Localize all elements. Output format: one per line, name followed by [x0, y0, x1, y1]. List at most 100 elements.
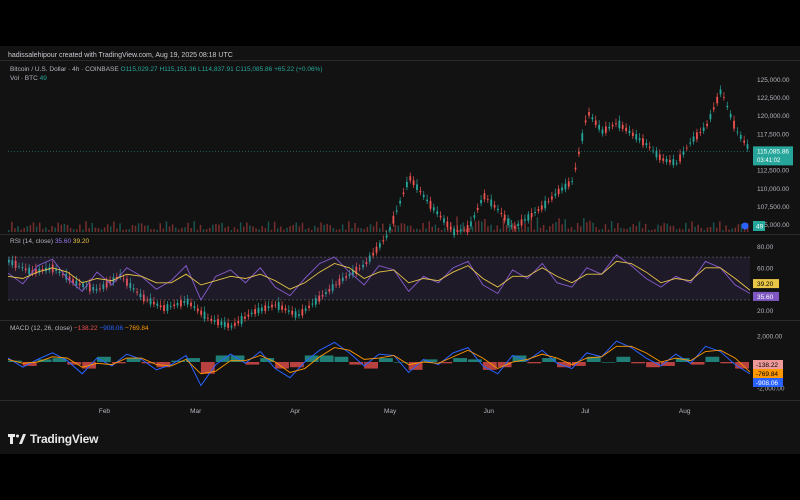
volume-bar [212, 224, 214, 232]
volume-bar [295, 222, 298, 232]
volume-bar [413, 229, 415, 232]
price-axis-tick: 112,500.00 [757, 168, 789, 175]
macd-histogram-bar [527, 362, 542, 364]
volume-bar [561, 224, 563, 232]
candle-body [577, 151, 580, 155]
macd-histogram-bar [690, 362, 705, 365]
candle-body [449, 226, 452, 230]
volume-bar [255, 228, 257, 232]
tradingview-wordmark: TradingView [30, 432, 99, 446]
volume-bar [140, 223, 143, 232]
candle-body [443, 218, 445, 223]
volume-bar [354, 222, 356, 232]
volume-bar [527, 226, 529, 232]
volume-bar [32, 222, 35, 232]
volume-bar [218, 224, 220, 232]
candle-body [645, 143, 648, 146]
volume-bar [644, 223, 647, 232]
volume-bar [583, 218, 585, 232]
candle-body [608, 126, 611, 129]
candle-body [621, 124, 624, 129]
macd-histogram-bar [453, 358, 468, 362]
volume-bar [382, 223, 384, 232]
volume-bar [669, 225, 672, 232]
rsi-axis-tick: 80.00 [757, 244, 774, 251]
candle-body [372, 252, 375, 256]
volume-bar [110, 226, 112, 232]
candle-body [281, 305, 283, 310]
candle-body [483, 193, 486, 200]
candle-body [520, 219, 523, 226]
volume-bar [252, 226, 254, 232]
candle-body [260, 307, 263, 312]
volume-bar [76, 229, 78, 232]
candle-body [699, 131, 702, 133]
volume-bar [589, 220, 591, 232]
chart-canvas[interactable]: 125,000.00 122,500.00 120,000.00 117,500.00… [0, 0, 800, 500]
rsi-axis-tick: 20.00 [757, 308, 774, 315]
candle-body [544, 200, 547, 209]
volume-bar [113, 221, 115, 232]
candle-body [385, 235, 388, 238]
candle-body [463, 229, 466, 231]
price-axis-tick: 107,500.00 [757, 204, 790, 211]
candle-body [277, 302, 280, 310]
volume-bar [193, 221, 195, 232]
volume-bar [598, 229, 601, 232]
volume-bar [128, 229, 131, 232]
volume-bar [144, 225, 146, 232]
volume-bar [477, 220, 480, 232]
volume-bar [601, 229, 604, 232]
candle-body [294, 311, 297, 318]
candle-body [298, 314, 300, 316]
volume-bar [558, 218, 560, 232]
volume-bar [51, 226, 53, 232]
volume-bar [85, 221, 87, 232]
candle-body [230, 325, 233, 328]
volume-bar [357, 227, 359, 232]
candle-body [591, 117, 594, 120]
volume-bar [508, 218, 511, 232]
volume-bar [116, 228, 118, 232]
volume-bar [511, 223, 514, 232]
volume-bar [79, 224, 81, 232]
macd-value-badge-label: -769.84 [756, 371, 778, 378]
candle-body [665, 158, 668, 162]
volume-bar [344, 229, 347, 232]
candle-body [682, 151, 685, 155]
volume-bar [663, 223, 665, 232]
volume-bar [542, 224, 545, 232]
volume-bar [137, 223, 140, 232]
candle-body [432, 207, 435, 211]
candle-body [453, 228, 455, 236]
volume-bar [722, 229, 724, 232]
volume-bar [468, 228, 471, 232]
volume-bar [731, 228, 733, 232]
volume-bar [564, 219, 566, 232]
candle-body [166, 304, 169, 311]
volume-bar [734, 227, 737, 232]
volume-bar [94, 227, 97, 232]
candle-body [524, 219, 526, 221]
candle-body [439, 215, 442, 218]
volume-bar [242, 226, 245, 232]
macd-histogram-bar [379, 358, 393, 362]
volume-bar [712, 222, 715, 232]
macd-value-badge-label: -908.06 [756, 380, 778, 387]
time-axis-tick: Mar [190, 408, 202, 415]
candle-body [392, 215, 395, 224]
candle-body [746, 144, 749, 149]
volume-bar [688, 228, 690, 232]
candle-body [206, 317, 209, 319]
volume-bar [576, 223, 579, 232]
volume-bar [626, 228, 628, 232]
volume-bar [409, 225, 412, 232]
volume-bar [586, 222, 588, 232]
time-axis-tick: Apr [290, 408, 301, 415]
volume-bar [666, 223, 669, 232]
volume-bar [57, 222, 59, 232]
volume-bar [638, 221, 641, 232]
volume-bar [184, 227, 186, 232]
candle-body [574, 167, 577, 170]
candle-body [712, 107, 715, 110]
